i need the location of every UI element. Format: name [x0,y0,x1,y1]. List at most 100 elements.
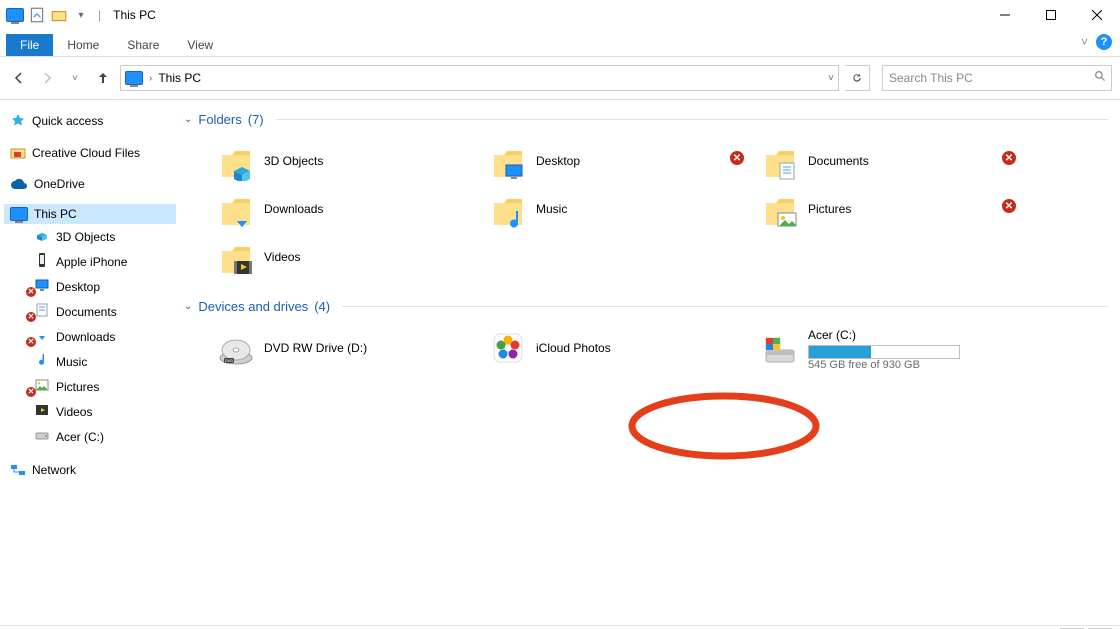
chevron-down-icon: ⌄ [184,301,192,312]
folder-item-desktop[interactable]: Desktop✕ [482,137,754,185]
music-icon [34,352,50,371]
svg-text:DVD: DVD [225,358,234,363]
error-badge-icon: ✕ [730,151,744,165]
desktop-icon [34,277,50,296]
error-badge-icon: ✕ [1002,151,1016,165]
desktop-folder-icon [488,141,528,181]
sidebar-item-music[interactable]: Music [4,349,176,374]
doc-folder-icon [760,141,800,181]
close-button[interactable] [1074,0,1120,30]
sidebar-item-onedrive[interactable]: OneDrive [4,174,176,194]
cube-folder-icon [216,141,256,181]
device-item-icloud-photos[interactable]: iCloud Photos [482,324,754,372]
sidebar-label: This PC [34,207,77,221]
folder-item-music[interactable]: Music [482,185,754,233]
item-label: Pictures [808,202,1020,216]
ribbon-collapse-icon[interactable]: ˅ [1081,35,1088,49]
status-bar: 11 items 1 item selected ☰ ▦ [0,625,1120,629]
tab-view[interactable]: View [173,34,227,56]
nav-row: ˅ › This PC ˅ Search This PC [0,57,1120,99]
error-badge-icon: ✕ [26,312,36,322]
pic-folder-icon [760,189,800,229]
folder-item-3d-objects[interactable]: 3D Objects [210,137,482,185]
file-tab[interactable]: File [6,34,53,56]
down-icon [34,327,50,346]
sidebar-label: Music [56,355,87,369]
sidebar-item-videos[interactable]: Videos [4,399,176,424]
video-icon [34,402,50,421]
sidebar-label: 3D Objects [56,230,115,244]
item-label: Videos [264,250,476,264]
sidebar-item-network[interactable]: Network [4,459,176,481]
sidebar-item-apple-iphone[interactable]: Apple iPhone [4,249,176,274]
sidebar-item-this-pc[interactable]: This PC [4,204,176,224]
item-subtext: 545 GB free of 930 GB [808,359,1020,371]
item-label: DVD RW Drive (D:) [264,341,476,355]
icloud-icon [488,328,528,368]
help-icon[interactable]: ? [1096,34,1112,50]
refresh-button[interactable] [845,65,870,91]
search-placeholder: Search This PC [889,71,973,85]
sidebar-label: Quick access [32,114,103,128]
device-item-dvd-rw-drive-d-[interactable]: DVD DVD RW Drive (D:) [210,324,482,372]
network-icon [10,462,26,478]
star-icon [10,113,26,129]
breadcrumb-this-pc[interactable]: This PC [158,71,201,85]
sidebar-item-downloads[interactable]: ✕Downloads [4,324,176,349]
drive-icon [760,330,800,370]
recent-dropdown[interactable]: ˅ [64,67,86,89]
sidebar-item-desktop[interactable]: ✕Desktop [4,274,176,299]
search-input[interactable]: Search This PC [882,65,1112,91]
sidebar-label: Acer (C:) [56,430,104,444]
group-title: Devices and drives [198,299,308,314]
sidebar-item-acer-c-[interactable]: Acer (C:) [4,424,176,449]
error-badge-icon: ✕ [26,387,36,397]
chevron-down-icon: ⌄ [184,114,192,125]
address-dropdown-icon[interactable]: ˅ [828,73,834,84]
annotation-circle [624,390,824,462]
group-header-folders[interactable]: ⌄ Folders (7) [184,108,1108,131]
back-button[interactable] [8,67,30,89]
item-label: Acer (C:) [808,328,1020,342]
sidebar-label: Creative Cloud Files [32,146,140,160]
item-label: iCloud Photos [536,341,748,355]
folder-item-downloads[interactable]: Downloads [210,185,482,233]
error-badge-icon: ✕ [1002,199,1016,213]
sidebar-label: Apple iPhone [56,255,127,269]
group-title: Folders [198,112,241,127]
folder-item-pictures[interactable]: Pictures✕ [754,185,1026,233]
title-sep: | [98,8,101,22]
drive-icon [34,427,50,446]
sidebar-item-3d-objects[interactable]: 3D Objects [4,224,176,249]
item-label: Music [536,202,748,216]
minimize-button[interactable] [982,0,1028,30]
sidebar-label: Pictures [56,380,99,394]
item-label: Documents [808,154,1020,168]
sidebar-item-pictures[interactable]: ✕ Pictures [4,374,176,399]
forward-button[interactable] [36,67,58,89]
qat-customize-icon[interactable]: ▾ [72,6,90,24]
folder-item-documents[interactable]: Documents✕ [754,137,1026,185]
window-title: This PC [113,8,156,22]
sidebar-label: Downloads [56,330,115,344]
folder-item-videos[interactable]: Videos [210,233,482,281]
group-header-devices[interactable]: ⌄ Devices and drives (4) [184,295,1108,318]
cube-icon [34,227,50,246]
tab-share[interactable]: Share [113,34,173,56]
up-button[interactable] [92,67,114,89]
sidebar-item-documents[interactable]: ✕Documents [4,299,176,324]
item-label: Downloads [264,202,476,216]
address-bar[interactable]: › This PC ˅ [120,65,839,91]
device-item-acer-c-[interactable]: Acer (C:) 545 GB free of 930 GB [754,324,1026,375]
content-pane[interactable]: ⌄ Folders (7) 3D ObjectsDesktop✕Document… [180,100,1120,625]
qat-properties-icon[interactable] [28,6,46,24]
maximize-button[interactable] [1028,0,1074,30]
doc-icon [34,302,50,321]
qat-new-folder-icon[interactable] [50,6,68,24]
group-count: (4) [314,299,330,314]
sidebar-item-creative-cloud[interactable]: Creative Cloud Files [4,142,176,164]
sidebar-item-quick-access[interactable]: Quick access [4,110,176,132]
ribbon: File Home Share View ˅ ? [0,30,1120,56]
tab-home[interactable]: Home [53,34,113,56]
group-count: (7) [248,112,264,127]
